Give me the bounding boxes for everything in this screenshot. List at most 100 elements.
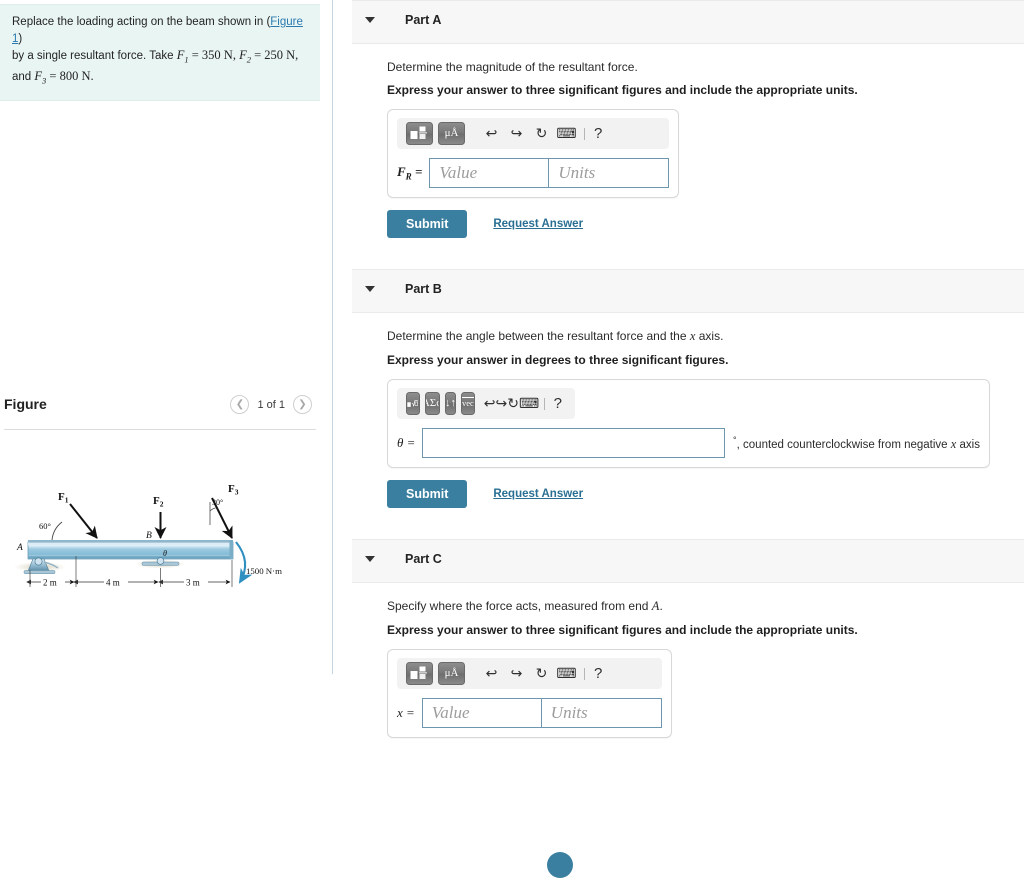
reset-icon[interactable]: ↻ (507, 392, 519, 415)
part-b-submit-row: Submit Request Answer (387, 480, 1024, 508)
problem-statement-text: Replace the loading acting on the beam s… (12, 14, 308, 89)
part-c-field-row: x = Value Units (397, 698, 662, 728)
math-template-button[interactable] (406, 392, 420, 415)
redo-icon[interactable]: ↪ (504, 122, 529, 145)
problem-page: Replace the loading acting on the beam s… (0, 0, 1024, 674)
f3-value: = 800 N (46, 69, 90, 83)
caret-down-icon (365, 286, 375, 292)
part-a-header[interactable]: Part A (352, 0, 1024, 44)
part-c-answer-box: μÅ ↩ ↪ ↻ ⌨ ? x = Value Units (387, 649, 672, 738)
reset-icon[interactable]: ↻ (529, 122, 554, 145)
keyboard-icon[interactable]: ⌨ (554, 122, 579, 145)
f1-value: = 350 N (189, 48, 233, 62)
part-a-submit-button[interactable]: Submit (387, 210, 467, 238)
moment-label: 1500 N·m (246, 566, 282, 576)
undo-icon[interactable]: ↩ (484, 392, 496, 415)
part-c-header[interactable]: Part C (352, 539, 1024, 583)
support-a-base (24, 571, 55, 574)
part-c-units-input[interactable]: Units (542, 698, 662, 728)
part-a-body: Determine the magnitude of the resultant… (333, 60, 1024, 238)
point-b-label: B (146, 531, 152, 541)
part-a-units-placeholder: Units (558, 163, 595, 183)
period: . (90, 69, 93, 83)
part-a-prompt: Determine the magnitude of the resultant… (387, 60, 1024, 74)
part-b-field-row: θ = °, counted counterclockwise from neg… (397, 428, 980, 458)
part-b-prompt-a: Determine the angle between the resultan… (387, 329, 690, 343)
part-b-field-label: θ = (397, 435, 422, 451)
figure-counter: 1 of 1 (257, 399, 285, 411)
math-template-sqrt-icon (407, 397, 419, 411)
part-c-submit-button-partial[interactable] (547, 852, 573, 878)
angle-60-arc (52, 522, 62, 540)
greek-symbols-label: ΑΣφ (425, 398, 440, 409)
part-a-label: Part A (405, 13, 441, 27)
roller-support-b (157, 558, 164, 565)
figure-divider (4, 429, 316, 430)
keyboard-icon[interactable]: ⌨ (519, 392, 539, 415)
vector-label: vec (462, 399, 474, 408)
redo-icon[interactable]: ↪ (495, 392, 507, 415)
f3-symbol: F3 (34, 69, 46, 83)
vector-button[interactable]: vec (461, 392, 475, 415)
force-f1-arrow (70, 504, 97, 538)
part-b-body: Determine the angle between the resultan… (333, 329, 1024, 508)
math-template-icon (410, 126, 429, 141)
problem-line3-prefix: and (12, 71, 34, 83)
math-template-button[interactable] (406, 122, 433, 145)
sub-sup-button[interactable]: ↓↑ (445, 392, 456, 415)
problem-line1-prefix: Replace the loading acting on the beam s… (12, 16, 270, 28)
figure-header: Figure ❮ 1 of 1 ❯ (0, 396, 320, 426)
force-f2-label: F2 (153, 495, 164, 509)
sub-sup-label: ↓↑ (445, 398, 456, 409)
units-button-label: μÅ (445, 128, 459, 139)
part-b-answer-box: ΑΣφ ↓↑ vec ↩ ↪ ↻ ⌨ ? (387, 379, 990, 468)
undo-icon[interactable]: ↩ (479, 122, 504, 145)
units-button[interactable]: μÅ (438, 122, 465, 145)
f2-symbol: F2 (239, 48, 251, 62)
pin-support-a-pin (35, 558, 42, 565)
beam-top-edge (28, 540, 233, 543)
part-a-units-input[interactable]: Units (549, 158, 669, 188)
part-c-value-placeholder: Value (432, 703, 470, 723)
part-c-value-input[interactable]: Value (422, 698, 542, 728)
part-b-toolbar: ΑΣφ ↓↑ vec ↩ ↪ ↻ ⌨ ? (397, 388, 575, 419)
part-a-request-answer-link[interactable]: Request Answer (493, 218, 583, 230)
part-b-prompt: Determine the angle between the resultan… (387, 329, 1024, 344)
part-b-suffix-b: axis (956, 438, 980, 450)
figure-next-button[interactable]: ❯ (293, 395, 312, 414)
moment-arc (236, 542, 245, 582)
help-icon[interactable]: ? (550, 395, 566, 412)
part-b-label: Part B (405, 282, 442, 296)
point-a-label: A (16, 543, 23, 553)
angle-30-arc (210, 508, 216, 511)
part-c-prompt-b: . (659, 599, 662, 613)
theta-label: θ (163, 549, 167, 558)
part-a-toolbar: μÅ ↩ ↪ ↻ ⌨ ? (397, 118, 669, 149)
part-a-field-label: FR = (397, 164, 429, 182)
part-b-submit-button[interactable]: Submit (387, 480, 467, 508)
dim-label-3: 3 m (186, 578, 200, 588)
part-b-angle-input[interactable] (422, 428, 725, 458)
part-a-submit-row: Submit Request Answer (387, 210, 1024, 238)
part-c-instruction: Express your answer to three significant… (387, 623, 1024, 637)
caret-down-icon (365, 556, 375, 562)
part-c-label: Part C (405, 552, 442, 566)
f1-symbol: F1 (177, 48, 189, 62)
part-c-prompt: Specify where the force acts, measured f… (387, 599, 1024, 614)
part-a-value-input[interactable]: Value (429, 158, 549, 188)
left-pane: Replace the loading acting on the beam s… (0, 0, 332, 674)
help-icon[interactable]: ? (590, 125, 606, 142)
figure-prev-button[interactable]: ❮ (230, 395, 249, 414)
part-b-prompt-b: axis. (695, 329, 723, 343)
angle-60-label: 60° (39, 521, 51, 531)
greek-symbols-button[interactable]: ΑΣφ (425, 392, 440, 415)
part-b-instruction: Express your answer in degrees to three … (387, 353, 1024, 367)
part-b-suffix-a: , counted counterclockwise from negative (737, 438, 951, 450)
dim-label-2: 4 m (106, 578, 120, 588)
figure-navigation: ❮ 1 of 1 ❯ (230, 395, 312, 414)
beam-diagram-svg: F1 60° F2 B F3 30° A 1500 N·m (0, 470, 330, 600)
part-b-request-answer-link[interactable]: Request Answer (493, 488, 583, 500)
problem-line2-prefix: by a single resultant force. Take (12, 50, 177, 62)
part-b-header[interactable]: Part B (352, 269, 1024, 313)
caret-down-icon (365, 17, 375, 23)
